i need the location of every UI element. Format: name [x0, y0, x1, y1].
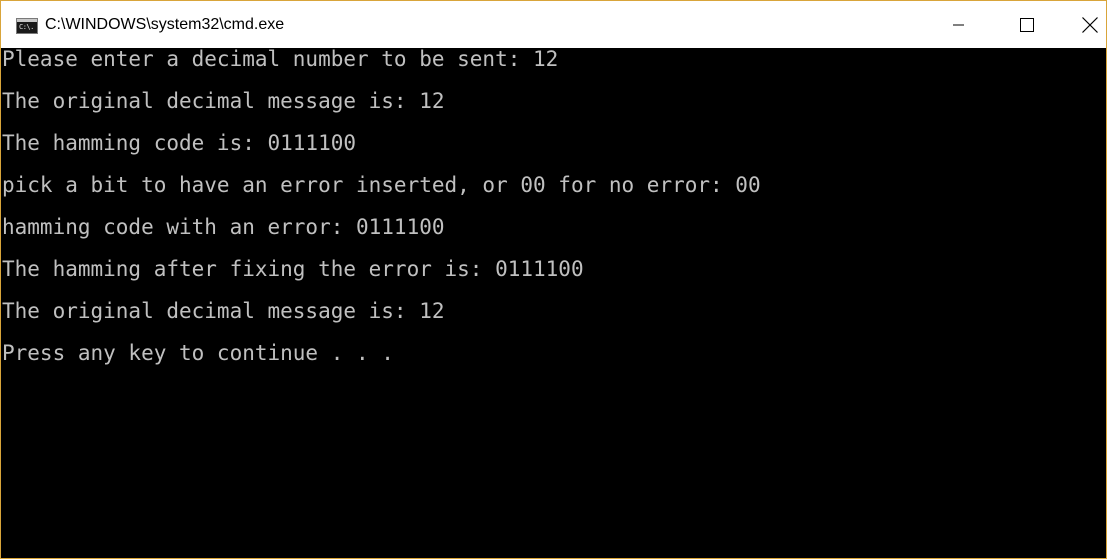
console-line: The hamming code is: 0111100	[2, 131, 357, 155]
console-line: Press any key to continue . . .	[2, 341, 394, 365]
console-line: Please enter a decimal number to be sent…	[2, 48, 559, 71]
cmd-window: C:\. C:\WINDOWS\system32\cmd.exe Please …	[0, 0, 1107, 559]
console-line: The original decimal message is: 12	[2, 299, 445, 323]
console-output[interactable]: Please enter a decimal number to be sent…	[1, 48, 1106, 558]
close-button[interactable]	[1073, 1, 1106, 48]
cmd-app-icon-label: C:\.	[19, 23, 34, 31]
maximize-icon	[1020, 17, 1034, 32]
minimize-button[interactable]	[936, 1, 982, 48]
close-icon	[1081, 16, 1098, 33]
console-line: pick a bit to have an error inserted, or…	[2, 173, 761, 197]
window-title: C:\WINDOWS\system32\cmd.exe	[45, 16, 285, 33]
console-line: hamming code with an error: 0111100	[2, 215, 445, 239]
title-bar[interactable]: C:\. C:\WINDOWS\system32\cmd.exe	[1, 1, 1106, 48]
cmd-app-icon[interactable]: C:\.	[16, 18, 38, 34]
minimize-icon	[953, 24, 964, 25]
maximize-button[interactable]	[1004, 1, 1050, 48]
console-line: The hamming after fixing the error is: 0…	[2, 257, 584, 281]
console-line: The original decimal message is: 12	[2, 89, 445, 113]
